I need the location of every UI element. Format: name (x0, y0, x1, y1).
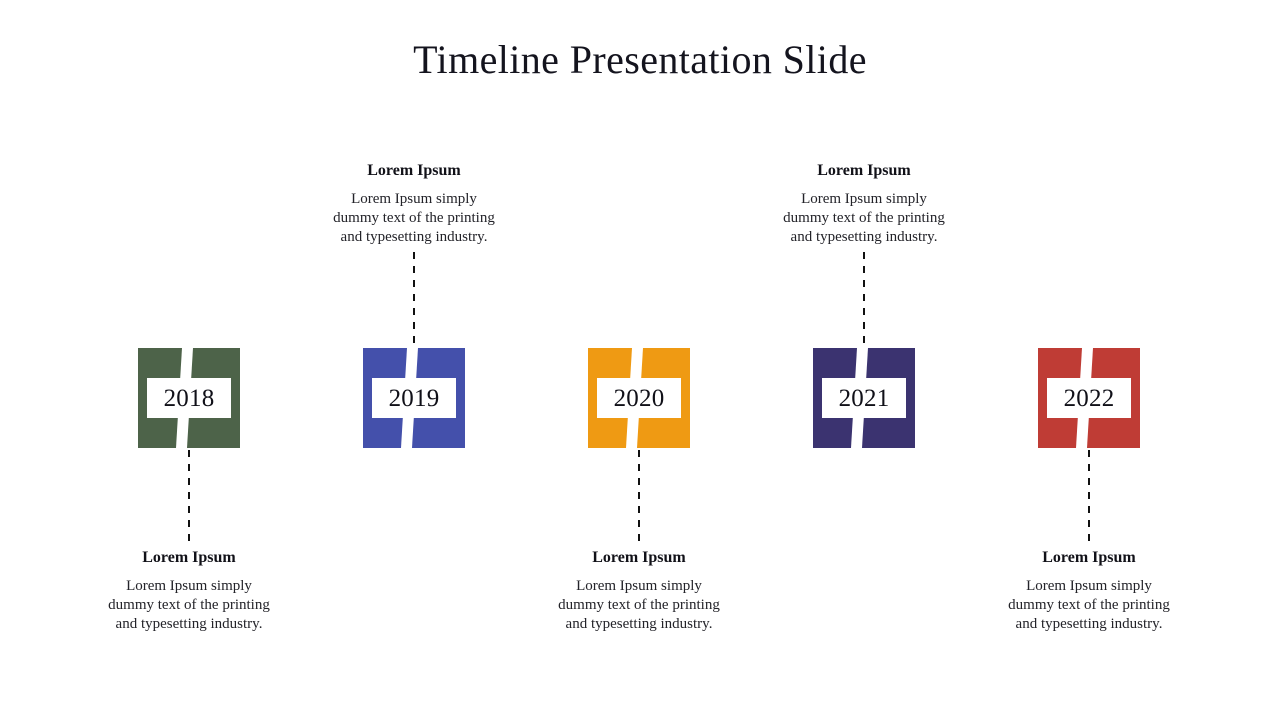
milestone-connector-line (863, 252, 865, 348)
milestone-year-badge: 2022 (1047, 378, 1131, 418)
milestone-caption-title: Lorem Ipsum (1042, 549, 1136, 566)
milestone-caption-title: Lorem Ipsum (367, 162, 461, 179)
milestone-marker-icon[interactable]: 2019 (363, 348, 465, 448)
milestone-year-badge: 2018 (147, 378, 231, 418)
milestone-caption: Lorem Ipsum Lorem Ipsum simply dummy text … (83, 548, 295, 634)
milestone-caption: Lorem Ipsum Lorem Ipsum simply dummy text … (983, 548, 1195, 634)
milestone-year-badge: 2021 (822, 378, 906, 418)
milestone-caption-title: Lorem Ipsum (142, 549, 236, 566)
milestone-caption-line: and typesetting industry. (565, 616, 713, 632)
milestone-caption: Lorem Ipsum Lorem Ipsum simply dummy text … (758, 161, 970, 247)
milestone-year-label: 2021 (838, 384, 890, 412)
milestone-caption-line: and typesetting industry. (790, 229, 938, 245)
milestone-connector-line (638, 450, 640, 546)
milestone-year-badge: 2020 (597, 378, 681, 418)
timeline-milestone[interactable]: 2019 Lorem Ipsum Lorem Ipsum simply dummy t… (301, 0, 527, 720)
milestone-caption-title: Lorem Ipsum (817, 162, 911, 179)
milestone-year-label: 2018 (163, 384, 215, 412)
presentation-slide: Timeline Presentation Slide 2018 Lorem Ip… (0, 0, 1280, 720)
milestone-caption-title: Lorem Ipsum (592, 549, 686, 566)
timeline-track: 2018 Lorem Ipsum Lorem Ipsum simply dummy t… (0, 0, 1280, 720)
milestone-year-label: 2020 (613, 384, 665, 412)
milestone-caption-line: and typesetting industry. (1015, 616, 1163, 632)
milestone-caption-line: Lorem Ipsum simply (351, 191, 477, 207)
milestone-caption-line: dummy text of the printing (333, 210, 495, 226)
milestone-caption-line: Lorem Ipsum simply (126, 578, 252, 594)
milestone-caption-line: dummy text of the printing (558, 597, 720, 613)
timeline-milestone[interactable]: 2021 Lorem Ipsum Lorem Ipsum simply dummy t… (751, 0, 977, 720)
milestone-connector-line (413, 252, 415, 348)
timeline-milestone[interactable]: 2022 Lorem Ipsum Lorem Ipsum simply dummy t… (976, 0, 1202, 720)
milestone-marker-icon[interactable]: 2022 (1038, 348, 1140, 448)
timeline-milestone[interactable]: 2018 Lorem Ipsum Lorem Ipsum simply dummy t… (76, 0, 302, 720)
milestone-caption-line: Lorem Ipsum simply (576, 578, 702, 594)
milestone-year-label: 2022 (1063, 384, 1115, 412)
milestone-caption-line: and typesetting industry. (115, 616, 263, 632)
timeline-milestone[interactable]: 2020 Lorem Ipsum Lorem Ipsum simply dummy t… (526, 0, 752, 720)
milestone-year-label: 2019 (388, 384, 440, 412)
milestone-connector-line (1088, 450, 1090, 546)
milestone-caption: Lorem Ipsum Lorem Ipsum simply dummy text … (533, 548, 745, 634)
milestone-caption-line: Lorem Ipsum simply (801, 191, 927, 207)
milestone-caption-line: dummy text of the printing (783, 210, 945, 226)
milestone-caption-line: dummy text of the printing (108, 597, 270, 613)
milestone-marker-icon[interactable]: 2020 (588, 348, 690, 448)
milestone-connector-line (188, 450, 190, 546)
milestone-marker-icon[interactable]: 2021 (813, 348, 915, 448)
milestone-caption-line: and typesetting industry. (340, 229, 488, 245)
milestone-year-badge: 2019 (372, 378, 456, 418)
milestone-caption-line: Lorem Ipsum simply (1026, 578, 1152, 594)
milestone-caption: Lorem Ipsum Lorem Ipsum simply dummy text … (308, 161, 520, 247)
milestone-marker-icon[interactable]: 2018 (138, 348, 240, 448)
milestone-caption-line: dummy text of the printing (1008, 597, 1170, 613)
